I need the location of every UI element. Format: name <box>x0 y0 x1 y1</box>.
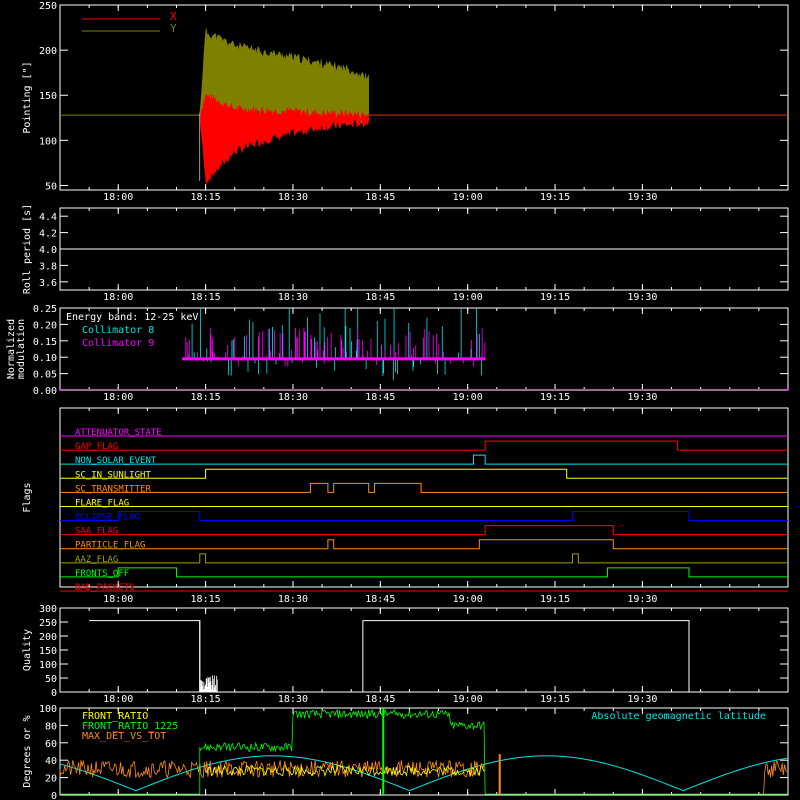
energy-band-annotation: Energy band: 12-25 keV <box>66 312 198 323</box>
x-tick-label: 19:15 <box>540 694 570 705</box>
flag-label-attenuator-state: ATTENUATOR_STATE <box>75 428 162 438</box>
x-tick-label: 18:15 <box>191 192 221 203</box>
x-tick-label: 18:00 <box>103 192 133 203</box>
y-tick-label: 200 <box>39 46 57 57</box>
x-tick-label: 18:00 <box>103 594 133 605</box>
flag-label-flare-flag: FLARE_FLAG <box>75 498 129 508</box>
y-tick-label: 0.10 <box>33 353 57 364</box>
x-tick-label: 18:30 <box>278 594 308 605</box>
y-axis-label: Flags <box>22 482 33 512</box>
x-tick-label: 18:30 <box>278 292 308 303</box>
x-tick-label: 19:00 <box>453 192 483 203</box>
y-tick-label: 60 <box>45 739 57 750</box>
flag-label-fronts-off: FRONTS_OFF <box>75 569 129 579</box>
y-tick-label: 3.8 <box>39 261 57 272</box>
latitude-legend-label: Absolute geomagnetic latitude <box>591 711 766 722</box>
x-tick-label: 19:30 <box>627 292 657 303</box>
x-tick-label: 18:30 <box>278 392 308 403</box>
x-tick-label: 18:45 <box>365 392 395 403</box>
y-tick-label: 0.25 <box>33 304 57 315</box>
y-tick-label: 80 <box>45 721 57 732</box>
x-tick-label: 19:15 <box>540 292 570 303</box>
y-tick-label: 50 <box>45 674 57 685</box>
y-tick-label: 100 <box>39 136 57 147</box>
y-tick-label: 0.05 <box>33 370 57 381</box>
x-tick-label: 19:30 <box>627 392 657 403</box>
y-tick-label: 200 <box>39 632 57 643</box>
flag-label-saa-flag: SAA_FLAG <box>75 527 118 537</box>
y-axis-label: Roll period [s] <box>22 204 33 294</box>
y-tick-label: 4.4 <box>39 212 57 223</box>
flag-label-non-solar-event: NON_SOLAR_EVENT <box>75 456 157 466</box>
x-tick-label: 18:15 <box>191 594 221 605</box>
y-tick-label: 150 <box>39 91 57 102</box>
y-tick-label: 0 <box>51 791 57 800</box>
x-tick-label: 18:00 <box>103 392 133 403</box>
y-tick-label: 0.20 <box>33 320 57 331</box>
flag-label-aaz-flag: AAZ_FLAG <box>75 555 118 565</box>
x-tick-label: 19:00 <box>453 392 483 403</box>
x-tick-label: 18:00 <box>103 694 133 705</box>
x-tick-label: 19:15 <box>540 594 570 605</box>
y-tick-label: 150 <box>39 646 57 657</box>
x-tick-label: 18:15 <box>191 694 221 705</box>
x-tick-label: 19:30 <box>627 594 657 605</box>
y-axis-label: Quality <box>22 629 33 671</box>
y-tick-label: 40 <box>45 756 57 767</box>
y-axis-label: Degrees or % <box>22 715 33 787</box>
x-tick-label: 19:30 <box>627 694 657 705</box>
y-tick-label: 0.00 <box>33 386 57 397</box>
x-tick-label: 19:30 <box>627 192 657 203</box>
flag-label-sc-in-sunlight: SC_IN_SUNLIGHT <box>75 470 151 480</box>
legend-collimator-8: Collimator 8 <box>82 325 154 336</box>
legend-label-y: Y <box>170 22 177 35</box>
y-tick-label: 0 <box>51 688 57 699</box>
flag-label-sc-transmitter: SC_TRANSMITTER <box>75 484 151 494</box>
x-tick-label: 18:45 <box>365 292 395 303</box>
y-tick-label: 20 <box>45 774 57 785</box>
x-tick-label: 19:00 <box>453 594 483 605</box>
flag-label-bad-packets: BAD_PACKETS <box>75 583 135 593</box>
y-tick-label: 250 <box>39 618 57 629</box>
x-tick-label: 18:45 <box>365 694 395 705</box>
y-tick-label: 100 <box>39 704 57 715</box>
flag-label-eclipse-flag: ECLIPSE_FLAG <box>75 513 140 523</box>
flag-label-gap-flag: GAP_FLAG <box>75 442 118 452</box>
y-tick-label: 250 <box>39 1 57 12</box>
x-tick-label: 18:30 <box>278 192 308 203</box>
legend-collimator-9: Collimator 9 <box>82 338 154 349</box>
x-tick-label: 18:45 <box>365 594 395 605</box>
y-tick-label: 300 <box>39 604 57 615</box>
y-tick-label: 100 <box>39 660 57 671</box>
x-tick-label: 19:15 <box>540 392 570 403</box>
hessi-quicklook-chart: 18:00 18:15 18:30 18:45 19:00 19:15 19:30 Point… <box>0 0 800 800</box>
x-tick-label: 19:00 <box>453 694 483 705</box>
flag-label-particle-flag: PARTICLE_FLAG <box>75 541 145 551</box>
x-tick-label: 19:15 <box>540 192 570 203</box>
x-tick-label: 18:00 <box>103 292 133 303</box>
x-tick-label: 19:00 <box>453 292 483 303</box>
y-axis-label: modulation <box>16 319 27 379</box>
x-tick-label: 18:15 <box>191 392 221 403</box>
y-tick-label: 4.0 <box>39 245 57 256</box>
x-tick-label: 18:45 <box>365 192 395 203</box>
x-tick-label: 18:30 <box>278 694 308 705</box>
legend-max-det-vs-tot: MAX_DET_VS_TOT <box>82 731 166 742</box>
y-tick-label: 50 <box>45 181 57 192</box>
y-tick-label: 3.6 <box>39 278 57 289</box>
y-axis-label: Pointing ["] <box>22 61 33 133</box>
y-tick-label: 0.15 <box>33 337 57 348</box>
y-tick-label: 4.2 <box>39 229 57 240</box>
x-tick-label: 18:15 <box>191 292 221 303</box>
